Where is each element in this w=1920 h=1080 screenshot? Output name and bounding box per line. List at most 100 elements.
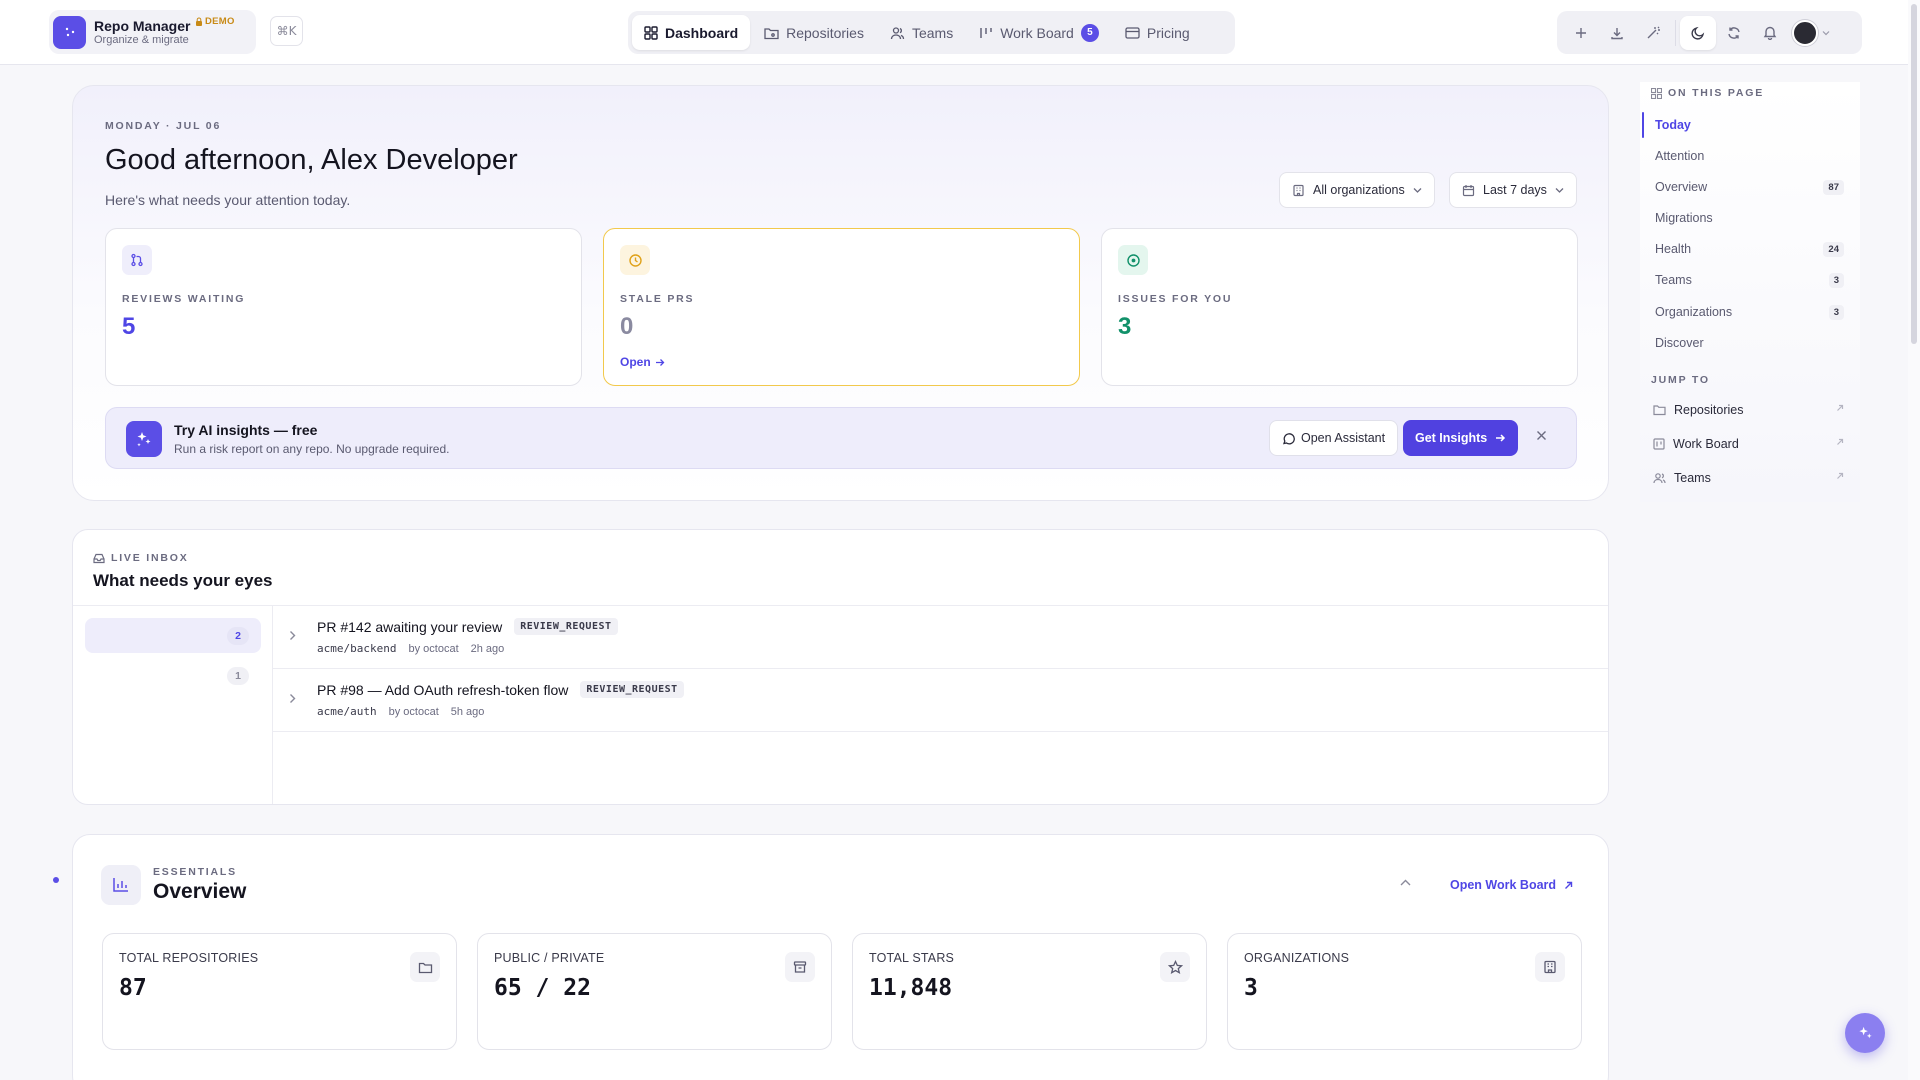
rail-item-overview[interactable]: Overview 87 [1655,177,1855,197]
inbox-item-author: by octocat [408,642,459,655]
notifications-button[interactable] [1752,16,1788,50]
download-button[interactable] [1599,16,1635,50]
metric-value: 87 [119,975,147,1001]
inbox-icon [93,553,105,563]
date-label: MONDAY · JUL 06 [105,120,222,132]
chevron-down-icon [1413,188,1422,193]
chevron-up-icon [1400,879,1411,886]
jump-teams[interactable]: Teams [1653,468,1855,488]
nav-repositories[interactable]: Repositories [752,15,876,50]
inbox-item-tag: REVIEW_REQUEST [580,681,684,698]
ai-banner-title: Try AI insights — free [174,422,318,438]
kanban-icon [1653,438,1665,450]
jump-repositories[interactable]: Repositories [1653,400,1855,420]
stat-value: 3 [1118,313,1132,340]
brand-subtitle: Organize & migrate [94,33,189,46]
rail-count: 3 [1828,304,1844,320]
nav-pricing[interactable]: Pricing [1113,15,1202,50]
nav-teams[interactable]: Teams [878,15,965,50]
nav-repositories-label: Repositories [786,24,864,41]
metric-label: TOTAL STARS [869,951,955,965]
rail-item-today[interactable]: Today [1655,115,1855,135]
collapse-section-button[interactable] [1400,879,1411,886]
open-assistant-label: Open Assistant [1301,431,1386,445]
section-marker-dot [53,877,59,883]
star-icon [1160,952,1190,982]
chevron-right-icon [289,693,296,704]
inbox-filters: 2 1 [73,606,273,804]
open-stale-prs-link[interactable]: Open [620,355,665,369]
rail-item-organizations[interactable]: Organizations 3 [1655,302,1855,322]
brand-logo-icon [53,15,86,49]
nav-dashboard[interactable]: Dashboard [632,15,751,50]
kanban-icon [980,27,992,38]
rail-item-teams[interactable]: Teams 3 [1655,270,1855,290]
brand[interactable]: Repo Manager Organize & migrate DEMO [49,10,256,54]
inbox-item-author: by octocat [388,705,439,718]
inbox-eyebrow-label: LIVE INBOX [111,552,189,564]
building-icon [1293,184,1304,196]
page-scrollbar[interactable] [1908,0,1920,1080]
metric-card-public-private[interactable]: PUBLIC / PRIVATE 65 / 22 [477,933,832,1050]
user-menu[interactable] [1788,16,1834,50]
organization-filter[interactable]: All organizations [1279,172,1435,208]
get-insights-button[interactable]: Get Insights [1403,420,1519,456]
scrollbar-thumb[interactable] [1911,4,1917,344]
metric-card-total-repositories[interactable]: TOTAL REPOSITORIES 87 [102,933,457,1050]
close-banner-button[interactable] [1536,430,1547,441]
rail-item-health[interactable]: Health 24 [1655,239,1855,259]
stat-card-issues-for-you[interactable]: ISSUES FOR YOU 3 [1101,228,1578,386]
stat-value: 0 [620,313,634,340]
open-assistant-button[interactable]: Open Assistant [1269,420,1399,456]
inbox-filter-count: 1 [227,666,249,685]
folder-git-icon [1653,405,1666,416]
brand-name: Repo Manager [94,17,191,34]
rail-count: 3 [1828,272,1844,288]
add-button[interactable] [1563,16,1599,50]
plus-icon [1576,27,1586,38]
download-icon [1611,27,1623,39]
active-indicator [1642,112,1644,138]
building-icon [1535,952,1565,982]
rail-item-migrations[interactable]: Migrations [1655,208,1855,228]
metric-value: 65 / 22 [494,975,591,1001]
folder-icon [410,952,440,982]
stat-card-reviews-waiting[interactable]: REVIEWS WAITING 5 [105,228,582,386]
nav-pricing-label: Pricing [1146,24,1190,41]
refresh-icon [1728,26,1740,39]
inbox-filter-item[interactable]: 1 [85,658,261,693]
rail-item-discover[interactable]: Discover [1655,333,1855,353]
users-icon [1653,473,1666,484]
inbox-item[interactable]: PR #98 — Add OAuth refresh-token flow RE… [273,669,1608,732]
main-nav: Dashboard Repositories Teams Work Board … [628,11,1235,54]
work-board-count-badge: 5 [1080,23,1099,42]
rail-item-attention[interactable]: Attention [1655,146,1855,166]
overview-title: Overview [153,880,247,903]
stat-card-stale-prs[interactable]: STALE PRS 0 Open [603,228,1080,386]
inbox-item-time: 2h ago [470,642,505,655]
magic-wand-button[interactable] [1635,16,1671,50]
command-palette-button[interactable]: ⌘K [270,16,303,46]
refresh-button[interactable] [1716,16,1752,50]
ai-assistant-fab[interactable] [1845,1013,1885,1053]
open-work-board-link[interactable]: Open Work Board [1450,878,1573,892]
overview-section: ESSENTIALS Overview Open Work Board TOTA… [72,834,1609,1080]
organization-filter-label: All organizations [1313,183,1405,197]
bell-icon [1763,26,1777,40]
metric-card-organizations[interactable]: ORGANIZATIONS 3 [1227,933,1582,1050]
dark-mode-toggle[interactable] [1680,15,1716,50]
date-range-filter[interactable]: Last 7 days [1449,172,1577,208]
page-subtitle: Here's what needs your attention today. [105,192,351,208]
external-link-icon [1837,438,1844,445]
jump-work-board[interactable]: Work Board [1653,434,1855,454]
nav-work-board[interactable]: Work Board 5 [967,15,1111,50]
stat-label: REVIEWS WAITING [122,293,246,305]
inbox-title: What needs your eyes [93,571,273,590]
inbox-item[interactable]: PR #142 awaiting your review REVIEW_REQU… [273,606,1608,669]
metric-card-total-stars[interactable]: TOTAL STARS 11,848 [852,933,1207,1050]
toolbar-divider [1675,19,1676,46]
metric-value: 11,848 [869,975,953,1001]
archive-icon [785,952,815,982]
inbox-filter-item[interactable]: 2 [85,618,261,653]
clock-icon [620,245,650,275]
